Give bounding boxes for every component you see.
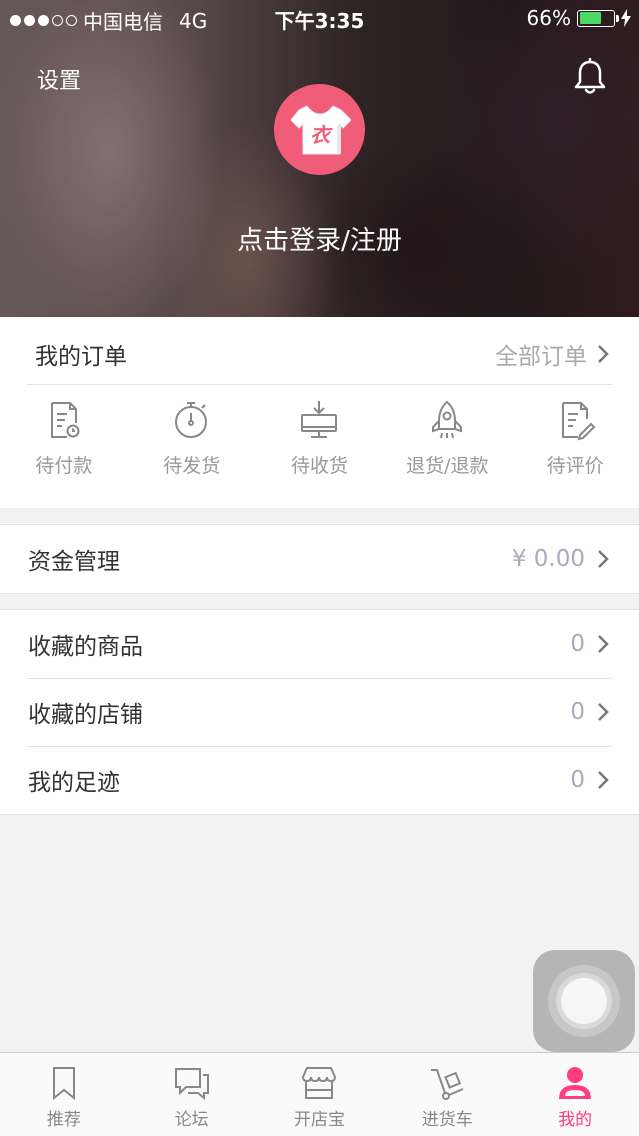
footprint-row[interactable]: 我的足迹 0 (0, 746, 639, 814)
tab-recommend[interactable]: 推荐 (0, 1053, 128, 1136)
login-register-link[interactable]: 点击登录/注册 (0, 220, 639, 257)
status-right: 66% (527, 6, 631, 30)
battery-percent: 66% (526, 6, 571, 30)
chevron-right-icon (598, 345, 609, 363)
chevron-right-icon (598, 550, 609, 568)
row-count: 0 (570, 699, 585, 725)
bell-icon[interactable] (573, 58, 607, 96)
order-status-label: 待付款 (35, 455, 93, 477)
orders-title: 我的订单 (35, 344, 127, 370)
tab-label: 进货车 (421, 1110, 473, 1130)
hand-truck-icon (431, 1069, 464, 1100)
tab-shop[interactable]: 开店宝 (256, 1053, 384, 1136)
orders-header[interactable]: 我的订单 全部订单 (0, 317, 639, 385)
stopwatch-icon (174, 402, 207, 438)
person-icon (559, 1067, 592, 1099)
row-value-group: 0 (570, 699, 609, 725)
row-value-group: 0 (570, 767, 609, 793)
order-status-label: 待发货 (163, 455, 221, 477)
row-label: 收藏的商品 (28, 634, 143, 660)
pending-payment-icon (50, 402, 80, 438)
tab-bar: 推荐 论坛 开店宝 进货车 我的 (0, 1052, 639, 1136)
charging-bolt-icon (621, 9, 631, 27)
order-return-refund[interactable]: 退货/退款 (383, 399, 511, 489)
settings-button[interactable]: 设置 (37, 63, 81, 95)
order-pending-receipt[interactable]: 待收货 (256, 399, 384, 489)
svg-text:衣: 衣 (310, 124, 333, 147)
chevron-right-icon (598, 771, 609, 789)
funds-block: 资金管理 ¥ 0.00 (0, 524, 639, 594)
status-bar: 中国电信 4G 下午3:35 66% (0, 0, 639, 38)
row-label: 收藏的店铺 (28, 702, 143, 728)
tab-cart[interactable]: 进货车 (383, 1053, 511, 1136)
tab-label: 开店宝 (293, 1110, 345, 1130)
order-status-label: 待评价 (546, 455, 604, 477)
funds-value: ¥ 0.00 (511, 546, 585, 572)
order-pending-review[interactable]: 待评价 (511, 399, 639, 489)
tab-label: 我的 (558, 1110, 593, 1130)
chevron-right-icon (598, 635, 609, 653)
tab-mine[interactable]: 我的 (511, 1053, 639, 1136)
row-count: 0 (570, 631, 585, 657)
divider (27, 384, 612, 385)
chat-bubbles-icon (174, 1068, 209, 1101)
order-pending-payment[interactable]: 待付款 (0, 399, 128, 489)
receive-box-icon (301, 401, 338, 438)
order-pending-shipment[interactable]: 待发货 (128, 399, 256, 489)
tab-forum[interactable]: 论坛 (128, 1053, 256, 1136)
order-status-label: 退货/退款 (406, 455, 489, 477)
favorites-block: 收藏的商品 0 收藏的店铺 0 我的足迹 0 (0, 609, 639, 815)
orders-card: 我的订单 全部订单 待付款 待发货 待收货 退货/退款 待评价 (0, 317, 639, 508)
funds-value-group: ¥ 0.00 (512, 546, 609, 572)
chevron-right-icon (598, 703, 609, 721)
funds-row[interactable]: 资金管理 ¥ 0.00 (0, 525, 639, 593)
favorite-goods-row[interactable]: 收藏的商品 0 (0, 610, 639, 678)
favorite-shops-row[interactable]: 收藏的店铺 0 (0, 678, 639, 746)
row-count: 0 (570, 767, 585, 793)
storefront-icon (302, 1067, 337, 1099)
bookmark-icon (52, 1067, 75, 1101)
review-edit-icon (562, 402, 596, 441)
tab-label: 推荐 (46, 1110, 81, 1130)
all-orders-link[interactable]: 全部订单 (495, 337, 609, 371)
all-orders-label: 全部订单 (495, 344, 587, 370)
row-label: 我的足迹 (28, 770, 120, 796)
battery-icon (577, 9, 619, 27)
assistive-touch-button[interactable] (533, 950, 635, 1052)
tshirt-logo-icon: 衣 (289, 104, 351, 154)
tab-label: 论坛 (174, 1110, 209, 1130)
row-value-group: 0 (570, 631, 609, 657)
funds-label: 资金管理 (28, 549, 120, 575)
rocket-icon (432, 400, 463, 439)
order-status-row: 待付款 待发货 待收货 退货/退款 待评价 (0, 399, 639, 489)
order-status-label: 待收货 (290, 455, 348, 477)
avatar[interactable]: 衣 (274, 84, 365, 175)
